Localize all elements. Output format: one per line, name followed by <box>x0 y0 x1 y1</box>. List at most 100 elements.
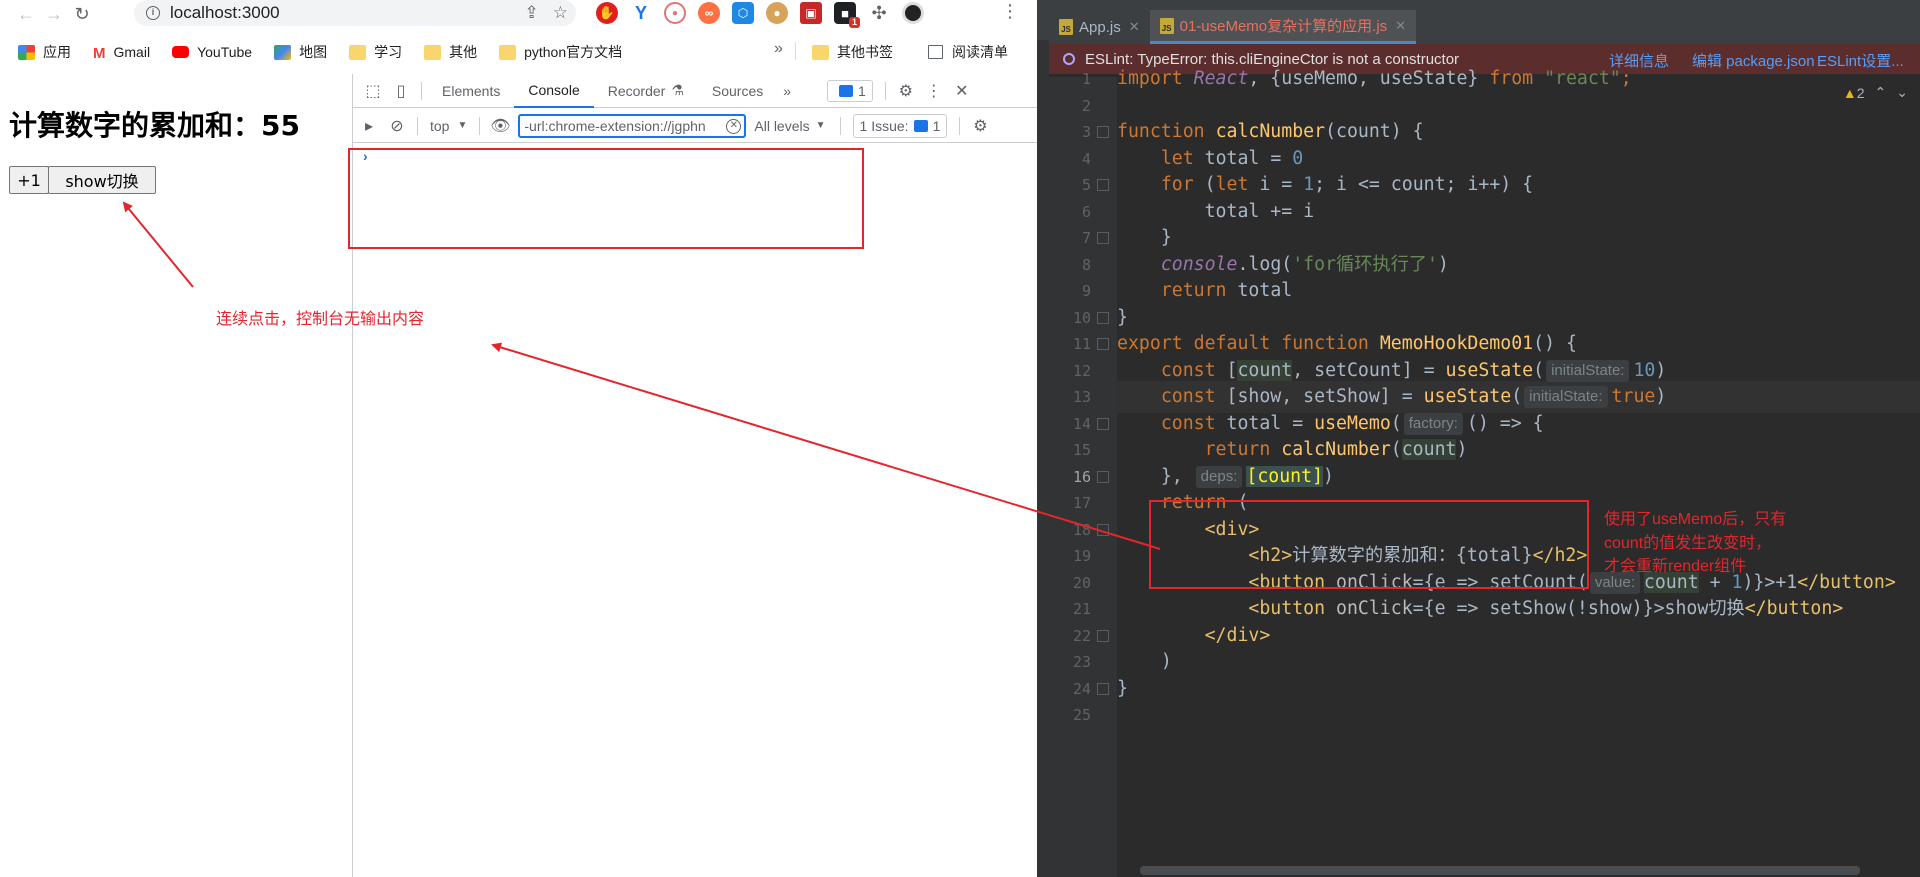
divider <box>421 81 422 100</box>
hexagon-extension-icon[interactable]: ⬡ <box>732 2 754 24</box>
bookmark-folder-study[interactable]: 学习 <box>349 42 402 62</box>
reading-list[interactable]: 阅读清单 <box>928 38 1008 66</box>
gmail-icon: M <box>93 44 106 62</box>
settings-gear-icon[interactable]: ⚙ <box>892 77 920 105</box>
close-tab-icon[interactable]: ✕ <box>1129 19 1140 35</box>
cookie-extension-icon[interactable]: ● <box>766 2 788 24</box>
fold-marker-icon[interactable] <box>1097 417 1109 430</box>
device-toggle-icon[interactable]: ▯ <box>387 77 415 105</box>
forward-button[interactable]: → <box>40 2 68 26</box>
infinity-extension-icon[interactable]: ∞ <box>698 2 720 24</box>
increment-button[interactable]: +1 <box>9 166 49 194</box>
close-devtools-icon[interactable]: ✕ <box>948 77 976 105</box>
dropdown-arrow-icon: ▼ <box>457 120 468 131</box>
tab-elements[interactable]: Elements <box>428 74 514 108</box>
fold-marker-icon[interactable] <box>1097 470 1109 483</box>
adblock-extension-icon[interactable]: ✋ <box>596 2 618 24</box>
context-selector[interactable]: top ▼ <box>424 118 473 134</box>
other-bookmarks[interactable]: 其他书签 <box>812 38 893 66</box>
js-file-icon: JS <box>1159 17 1174 34</box>
other-bookmarks-label: 其他书签 <box>837 44 893 60</box>
editor-tab-usememo[interactable]: JS 01-useMemo复杂计算的应用.js ✕ <box>1149 10 1417 44</box>
record-extension-icon[interactable]: ● <box>664 2 686 24</box>
tab-recorder[interactable]: Recorder ⚗ <box>594 74 698 108</box>
browser-menu-icon[interactable]: ⋮ <box>1001 1 1019 22</box>
fold-marker-icon[interactable] <box>1097 179 1109 191</box>
line-number: 18 <box>1072 520 1091 539</box>
log-levels-dropdown[interactable]: All levels ▼ <box>746 118 833 134</box>
horizontal-scrollbar[interactable] <box>1140 866 1860 875</box>
extension-badge: 1 <box>848 17 860 28</box>
console-settings-gear-icon[interactable]: ⚙ <box>966 112 994 140</box>
show-toggle-button[interactable]: show切换 <box>48 166 156 194</box>
fold-marker-icon[interactable] <box>1097 523 1109 536</box>
live-expression-eye-icon[interactable]: 👁 <box>486 112 514 140</box>
fold-marker-icon[interactable] <box>1097 311 1109 324</box>
line-number: 21 <box>1072 600 1091 618</box>
profile-avatar[interactable] <box>902 2 924 24</box>
line-number: 25 <box>1072 706 1091 724</box>
page-heading: 计算数字的累加和：55 <box>9 109 300 142</box>
fold-marker-icon[interactable] <box>1097 629 1109 642</box>
sidebar-toggle-icon[interactable]: ▸ <box>355 112 383 140</box>
code-editor[interactable]: import React, {useMemo, useState} from "… <box>1117 68 1920 877</box>
reading-list-icon <box>928 45 943 59</box>
edit-package-json-link[interactable]: 编辑 package.json <box>1692 50 1815 71</box>
line-number: 20 <box>1072 573 1091 592</box>
line-number: 9 <box>1081 282 1091 300</box>
fold-marker-icon[interactable] <box>1097 682 1109 695</box>
bookmark-maps[interactable]: 地图 <box>274 42 327 62</box>
tab-console[interactable]: Console <box>514 74 594 108</box>
ide-window: JS App.js ✕ JS 01-useMemo复杂计算的应用.js ✕ ESLint… <box>1037 0 1920 877</box>
line-number: 6 <box>1081 202 1091 221</box>
divider <box>479 116 481 135</box>
bookmark-gmail[interactable]: M Gmail <box>93 44 150 62</box>
folder-icon <box>349 44 367 60</box>
back-button[interactable]: ← <box>12 2 40 26</box>
close-tab-icon[interactable]: ✕ <box>1395 18 1406 34</box>
editor-tab-app-js[interactable]: JS App.js ✕ <box>1049 10 1150 44</box>
clear-console-icon[interactable]: ⊘ <box>383 112 411 140</box>
bookmark-label: 地图 <box>299 44 328 60</box>
extensions-puzzle-icon[interactable]: ✣ <box>868 2 890 24</box>
line-number: 15 <box>1072 441 1091 459</box>
dark-extension-icon[interactable]: ■ 1 <box>834 2 860 28</box>
tab-sources[interactable]: Sources <box>698 74 777 108</box>
more-options-icon[interactable]: ⋮ <box>920 77 948 105</box>
line-number: 16 <box>1072 467 1091 486</box>
bookmark-apps[interactable]: 应用 <box>18 42 71 62</box>
issues-label: 1 Issue: <box>859 117 909 134</box>
address-bar[interactable]: i localhost:3000 ⇪ ☆ <box>134 0 576 26</box>
bookmark-folder-other[interactable]: 其他 <box>424 42 477 62</box>
bookmark-star-icon[interactable]: ☆ <box>553 3 568 23</box>
eslint-settings-link[interactable]: ESLint设置... <box>1817 50 1904 71</box>
bookmark-label: 应用 <box>43 44 71 60</box>
inspect-element-icon[interactable]: ⬚ <box>359 77 387 105</box>
fold-marker-icon[interactable] <box>1097 232 1109 244</box>
line-number: 2 <box>1081 96 1091 115</box>
vue-extension-icon[interactable]: Y <box>630 2 652 24</box>
info-icon[interactable]: i <box>146 6 160 20</box>
console-annotation-text: 连续点击，控制台无输出内容 <box>216 311 425 328</box>
line-number: 12 <box>1072 361 1091 380</box>
line-number: 11 <box>1072 335 1091 353</box>
bookmark-folder-python[interactable]: python官方文档 <box>499 42 622 62</box>
share-icon[interactable]: ⇪ <box>525 3 539 23</box>
console-filter-input[interactable]: -url:chrome-extension://jgphn ✕ <box>518 113 747 138</box>
clear-filter-icon[interactable]: ✕ <box>726 118 742 134</box>
folder-icon <box>812 44 829 60</box>
fold-marker-icon[interactable] <box>1097 338 1109 350</box>
usememo-annotation-line2: count的值发生改变时， <box>1604 535 1772 552</box>
more-tabs-button[interactable]: » <box>777 74 797 108</box>
reload-button[interactable]: ↻ <box>68 2 96 26</box>
divider <box>959 116 961 135</box>
messages-badge-button[interactable]: 1 <box>827 79 873 102</box>
extension-icons: ✋ Y ● ∞ ⬡ ● ▣ ■ 1 ✣ <box>596 0 924 28</box>
issues-button[interactable]: 1 Issue: 1 <box>852 113 948 138</box>
fold-marker-icon[interactable] <box>1097 126 1109 138</box>
issues-count: 1 <box>932 117 941 134</box>
bookmarks-overflow-button[interactable]: » <box>774 40 783 58</box>
bookmark-youtube[interactable]: YouTube <box>172 44 252 60</box>
image-extension-icon[interactable]: ▣ <box>800 2 822 24</box>
code-line-24: } <box>1117 677 1128 699</box>
